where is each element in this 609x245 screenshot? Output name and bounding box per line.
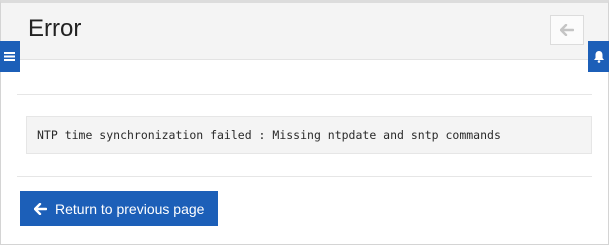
header-back-button[interactable] — [550, 15, 584, 45]
sidebar-toggle-button[interactable] — [0, 41, 20, 72]
arrow-left-icon — [560, 24, 574, 36]
error-message-text: NTP time synchronization failed : Missin… — [37, 128, 501, 142]
hamburger-menu-icon — [4, 52, 15, 61]
error-message: NTP time synchronization failed : Missin… — [26, 116, 592, 154]
notifications-button[interactable] — [588, 41, 609, 72]
return-to-previous-page-button[interactable]: Return to previous page — [20, 191, 218, 226]
divider-top — [17, 94, 592, 95]
arrow-left-icon — [34, 202, 47, 215]
error-panel: Error NTP time synchronization failed : … — [0, 0, 609, 245]
return-button-label: Return to previous page — [55, 200, 205, 217]
page-title: Error — [28, 15, 82, 42]
panel-header: Error — [1, 3, 608, 60]
divider-bottom — [17, 176, 592, 177]
bell-icon — [593, 51, 604, 63]
